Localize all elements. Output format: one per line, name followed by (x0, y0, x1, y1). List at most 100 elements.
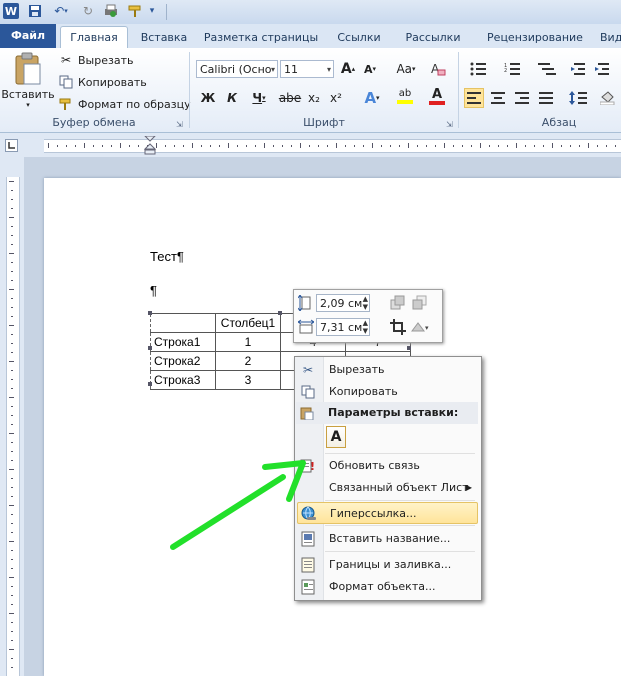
resize-handle[interactable] (148, 382, 152, 386)
ribbon: Вставить ▾ ✂ Вырезать Копировать Формат п… (0, 48, 621, 133)
undo-icon[interactable]: ↶ ▾ (50, 3, 72, 19)
ruler-tick (525, 145, 526, 147)
format-painter-button[interactable]: Формат по образцу (58, 96, 191, 112)
increase-indent-button[interactable] (592, 59, 612, 79)
width-spinner-icon[interactable]: ▲ ▼ (363, 319, 368, 335)
grow-font-button[interactable]: A ▴ (338, 59, 358, 79)
copy-button[interactable]: Копировать (58, 74, 147, 90)
ruler-tick (11, 262, 13, 263)
shape-styles-icon[interactable]: ▾ (410, 319, 432, 338)
tab-page-layout[interactable]: Разметка страницы (202, 28, 320, 47)
print-preview-icon[interactable] (102, 3, 120, 19)
resize-handle[interactable] (148, 311, 152, 315)
tab-view[interactable]: Вид (600, 28, 621, 47)
tab-insert[interactable]: Вставка (136, 28, 192, 47)
numbering-button[interactable]: 12 (500, 59, 528, 79)
tab-review[interactable]: Рецензирование (480, 28, 590, 47)
paste-keep-text-button[interactable]: A (326, 426, 346, 448)
doc-line-empty[interactable]: ¶ (150, 283, 157, 298)
save-icon[interactable] (27, 3, 43, 19)
superscript-button[interactable]: x² (326, 88, 346, 108)
resize-handle[interactable] (407, 346, 411, 350)
font-launcher-icon[interactable]: ⇲ (446, 120, 453, 129)
ruler-tick (9, 613, 14, 614)
height-input[interactable]: 2,09 см ▲ ▼ (316, 294, 370, 312)
strikethrough-button[interactable]: abe (278, 88, 302, 108)
line-spacing-button[interactable] (566, 88, 594, 108)
send-backward-icon[interactable] (412, 295, 428, 314)
text-effects-button[interactable]: A ▾ (358, 88, 386, 108)
ruler-tick (192, 143, 193, 148)
align-center-button[interactable] (488, 88, 508, 108)
resize-handle[interactable] (278, 311, 282, 315)
menu-item-cut[interactable]: ✂ Вырезать (297, 359, 478, 381)
subscript-button[interactable]: x₂ (304, 88, 324, 108)
menu-item-linked-object[interactable]: Связанный объект Лист ▶ (297, 477, 478, 499)
ruler-tick (11, 496, 13, 497)
menu-item-format-object[interactable]: Формат объекта... (297, 576, 478, 598)
font-size-select[interactable]: 11 ▾ (280, 60, 334, 78)
ruler-tick (11, 595, 13, 596)
align-left-button[interactable] (464, 88, 484, 108)
justify-button[interactable] (536, 88, 556, 108)
tab-file[interactable]: Файл (0, 24, 56, 48)
word-logo-icon[interactable]: W (3, 3, 19, 19)
tab-selector-icon[interactable] (5, 139, 18, 152)
menu-item-label: Связанный объект Лист (329, 481, 469, 494)
cut-button[interactable]: ✂ Вырезать (58, 52, 134, 68)
align-right-button[interactable] (512, 88, 532, 108)
ruler-tick (9, 649, 14, 650)
width-input[interactable]: 7,31 см ▲ ▼ (316, 318, 370, 336)
width-value: 7,31 см (320, 321, 363, 334)
ruler-tick (11, 631, 13, 632)
scissors-icon: ✂ (302, 363, 314, 377)
highlight-button[interactable]: ab (390, 86, 420, 106)
clipboard-launcher-icon[interactable]: ⇲ (176, 120, 183, 129)
doc-line-test[interactable]: Тест¶ (150, 249, 184, 264)
ruler-tick (11, 442, 13, 443)
menu-item-insert-caption[interactable]: Вставить название... (297, 528, 478, 550)
ruler-tick (66, 145, 67, 147)
ruler-tick (462, 145, 463, 147)
multilevel-list-button[interactable] (534, 59, 562, 79)
menu-item-label: Границы и заливка... (329, 558, 452, 571)
font-color-button[interactable]: A (422, 86, 452, 106)
menu-item-copy[interactable]: Копировать (297, 381, 478, 403)
align-center-icon (491, 92, 505, 104)
redo-icon[interactable]: ↻ (80, 3, 96, 19)
ruler-tick (291, 145, 292, 147)
change-case-button[interactable]: Aa ▾ (392, 59, 420, 79)
tab-home[interactable]: Главная (60, 26, 128, 49)
bold-button[interactable]: Ж (198, 88, 218, 108)
horizontal-ruler[interactable] (0, 133, 621, 158)
vertical-ruler[interactable] (0, 157, 24, 676)
indent-marker-icon[interactable] (143, 135, 157, 159)
customize-dropdown-icon[interactable]: ▾ (146, 3, 158, 19)
font-family-select[interactable]: Calibri (Осно ▾ (196, 60, 278, 78)
tab-references[interactable]: Ссылки (332, 28, 386, 47)
paste-button[interactable]: Вставить ▾ (1, 52, 55, 114)
ruler-tick (11, 514, 13, 515)
shading-button[interactable] (598, 88, 618, 108)
format-painter-qa-icon[interactable] (125, 3, 145, 19)
ruler-tick (11, 316, 13, 317)
menu-item-hyperlink[interactable]: Гиперссылка... (297, 502, 478, 524)
menu-item-borders-shading[interactable]: Границы и заливка... (297, 554, 478, 576)
ruler-tick (597, 145, 598, 147)
bring-forward-icon[interactable] (390, 295, 406, 314)
shrink-font-button[interactable]: A ▾ (360, 59, 380, 79)
ruler-tick (11, 568, 13, 569)
menu-item-update-link[interactable]: ! Обновить связь (297, 455, 478, 477)
numbering-icon: 12 (504, 63, 520, 75)
italic-button[interactable]: К (222, 88, 242, 108)
ruler-tick (9, 181, 14, 182)
underline-button[interactable]: Ч ▾ (246, 88, 272, 108)
clear-formatting-button[interactable]: A (428, 59, 448, 79)
crop-icon[interactable] (390, 319, 406, 338)
tab-mailings[interactable]: Рассылки (398, 28, 468, 47)
height-spinner-icon[interactable]: ▲ ▼ (363, 295, 368, 311)
resize-handle[interactable] (148, 346, 152, 350)
bullets-button[interactable] (466, 59, 494, 79)
decrease-indent-button[interactable] (568, 59, 588, 79)
ruler-tick (165, 145, 166, 147)
